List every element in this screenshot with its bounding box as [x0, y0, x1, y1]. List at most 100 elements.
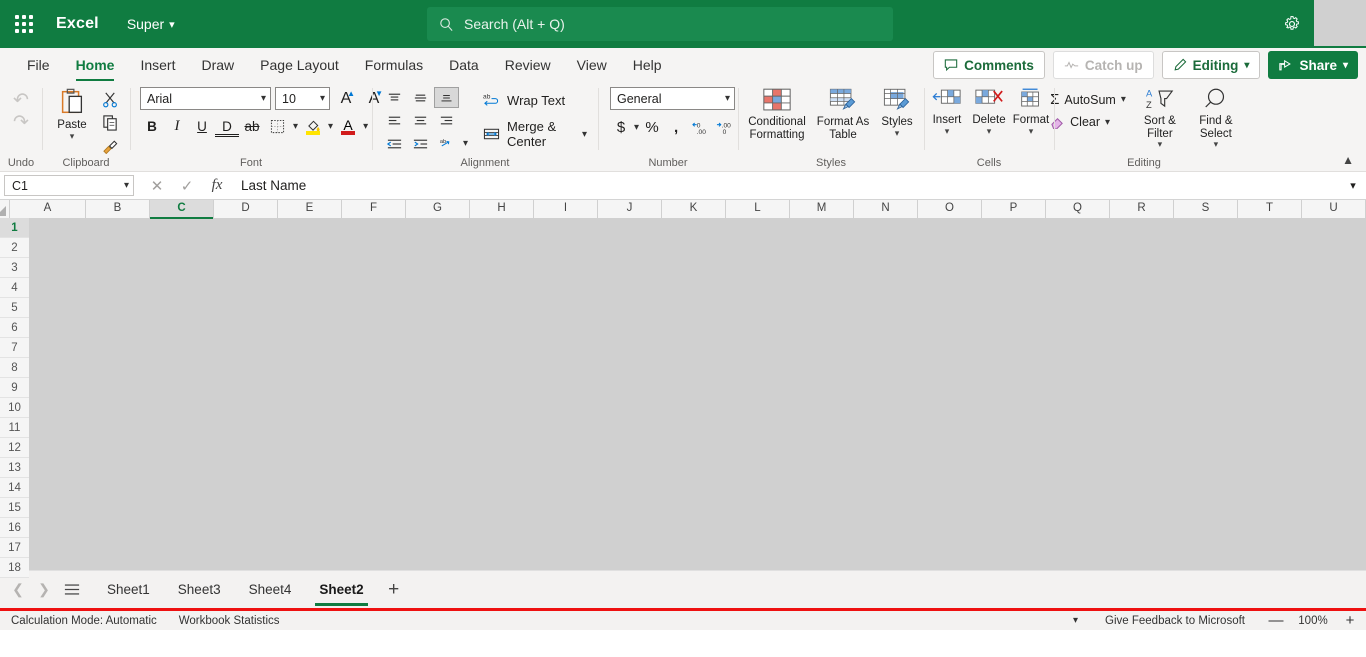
row-header-12[interactable]: 12 [0, 438, 29, 458]
row-header-6[interactable]: 6 [0, 318, 29, 338]
tab-home[interactable]: Home [63, 48, 128, 82]
search-input[interactable]: Search (Alt + Q) [427, 7, 893, 41]
paste-button[interactable]: Paste ▾ [49, 87, 95, 141]
select-all-corner[interactable] [0, 200, 10, 218]
column-header-P[interactable]: P [982, 200, 1046, 218]
chevron-down-icon[interactable]: ▾ [290, 121, 301, 132]
tab-review[interactable]: Review [492, 48, 564, 82]
decrease-indent-button[interactable] [382, 133, 407, 154]
share-button[interactable]: Share ▾ [1268, 51, 1358, 79]
insert-cells-button[interactable]: Insert ▾ [926, 87, 968, 136]
borders-icon[interactable] [265, 115, 289, 138]
column-header-G[interactable]: G [406, 200, 470, 218]
row-header-16[interactable]: 16 [0, 518, 29, 538]
column-header-R[interactable]: R [1110, 200, 1174, 218]
catch-up-button[interactable]: Catch up [1052, 51, 1154, 79]
tab-draw[interactable]: Draw [188, 48, 247, 82]
status-options-chevron-icon[interactable]: ▾ [1067, 615, 1084, 626]
format-as-table-button[interactable]: Format As Table [813, 87, 873, 141]
tab-view[interactable]: View [564, 48, 620, 82]
tab-formulas[interactable]: Formulas [352, 48, 436, 82]
copy-icon[interactable] [97, 111, 123, 133]
italic-button[interactable]: I [165, 115, 189, 138]
column-header-O[interactable]: O [918, 200, 982, 218]
conditional-formatting-button[interactable]: Conditional Formatting [741, 87, 813, 141]
add-sheet-button[interactable]: + [379, 575, 409, 605]
column-header-N[interactable]: N [854, 200, 918, 218]
app-launcher-icon[interactable] [0, 0, 48, 48]
row-header-9[interactable]: 9 [0, 378, 29, 398]
chevron-down-icon[interactable]: ▾ [634, 122, 639, 133]
column-header-U[interactable]: U [1302, 200, 1366, 218]
tab-insert[interactable]: Insert [127, 48, 188, 82]
sheet-tab-sheet4[interactable]: Sheet4 [236, 572, 305, 608]
font-family-select[interactable]: Arial ▾ [140, 87, 271, 110]
column-header-M[interactable]: M [790, 200, 854, 218]
number-format-select[interactable]: General ▾ [610, 87, 735, 110]
merge-center-button[interactable]: Merge & Center ▾ [478, 116, 592, 152]
align-center-button[interactable] [408, 110, 433, 131]
zoom-in-button[interactable]: + [1340, 612, 1360, 629]
wrap-text-button[interactable]: ab Wrap Text [478, 89, 592, 111]
tab-file[interactable]: File [14, 48, 63, 82]
align-top-button[interactable] [382, 87, 407, 108]
column-header-A[interactable]: A [10, 200, 86, 218]
autosum-button[interactable]: Σ AutoSum ▾ [1046, 89, 1130, 110]
chevron-down-icon[interactable]: ▾ [460, 138, 468, 149]
column-header-S[interactable]: S [1174, 200, 1238, 218]
format-painter-icon[interactable] [97, 134, 123, 156]
align-bottom-button[interactable] [434, 87, 459, 108]
row-header-13[interactable]: 13 [0, 458, 29, 478]
orientation-button[interactable]: ab [434, 133, 459, 154]
name-box[interactable]: C1 ▾ [4, 175, 134, 196]
chevron-down-icon[interactable]: ▾ [360, 121, 371, 132]
align-right-button[interactable] [434, 110, 459, 131]
editing-mode-button[interactable]: Editing ▾ [1161, 51, 1261, 79]
sort-filter-button[interactable]: A Z Sort & Filter ▾ [1134, 87, 1186, 149]
row-header-17[interactable]: 17 [0, 538, 29, 558]
sheet-tab-sheet1[interactable]: Sheet1 [94, 572, 163, 608]
fill-color-button[interactable] [302, 115, 324, 138]
column-header-C[interactable]: C [150, 200, 214, 219]
clear-button[interactable]: Clear ▾ [1046, 113, 1130, 131]
align-middle-button[interactable] [408, 87, 433, 108]
insert-function-icon[interactable]: fx [202, 173, 232, 199]
all-sheets-icon[interactable] [58, 578, 86, 602]
tab-page-layout[interactable]: Page Layout [247, 48, 352, 82]
comments-button[interactable]: Comments [933, 51, 1045, 79]
comma-format-button[interactable]: , [665, 116, 687, 138]
row-header-1[interactable]: 1 [0, 218, 29, 238]
cut-icon[interactable] [97, 88, 123, 110]
font-color-button[interactable]: A [337, 115, 359, 138]
cancel-formula-icon[interactable]: ✕ [142, 173, 172, 199]
confirm-formula-icon[interactable]: ✓ [172, 173, 202, 199]
column-header-I[interactable]: I [534, 200, 598, 218]
zoom-out-button[interactable]: — [1266, 612, 1286, 629]
row-header-2[interactable]: 2 [0, 238, 29, 258]
redo-icon[interactable]: ↷ [13, 113, 29, 133]
sheet-tab-sheet2[interactable]: Sheet2 [306, 572, 376, 608]
column-header-Q[interactable]: Q [1046, 200, 1110, 218]
increase-decimal-button[interactable]: 0.00 [689, 116, 711, 138]
column-header-J[interactable]: J [598, 200, 662, 218]
styles-button[interactable]: Styles ▾ [873, 87, 921, 138]
strikethrough-button[interactable]: ab [240, 115, 264, 138]
double-underline-button[interactable]: D [215, 118, 239, 137]
column-header-D[interactable]: D [214, 200, 278, 218]
undo-icon[interactable]: ↶ [13, 91, 29, 111]
bold-button[interactable]: B [140, 115, 164, 138]
zoom-level-label[interactable]: 100% [1296, 615, 1330, 627]
find-select-button[interactable]: Find & Select ▾ [1190, 87, 1242, 149]
row-header-5[interactable]: 5 [0, 298, 29, 318]
decrease-decimal-button[interactable]: .00 0 [713, 116, 735, 138]
row-header-14[interactable]: 14 [0, 478, 29, 498]
row-header-15[interactable]: 15 [0, 498, 29, 518]
row-header-11[interactable]: 11 [0, 418, 29, 438]
settings-icon[interactable] [1270, 0, 1314, 48]
tab-data[interactable]: Data [436, 48, 492, 82]
align-left-button[interactable] [382, 110, 407, 131]
row-header-10[interactable]: 10 [0, 398, 29, 418]
delete-cells-button[interactable]: Delete ▾ [968, 87, 1010, 136]
workbook-statistics-button[interactable]: Workbook Statistics [168, 615, 291, 627]
cell-area[interactable] [30, 218, 1366, 570]
